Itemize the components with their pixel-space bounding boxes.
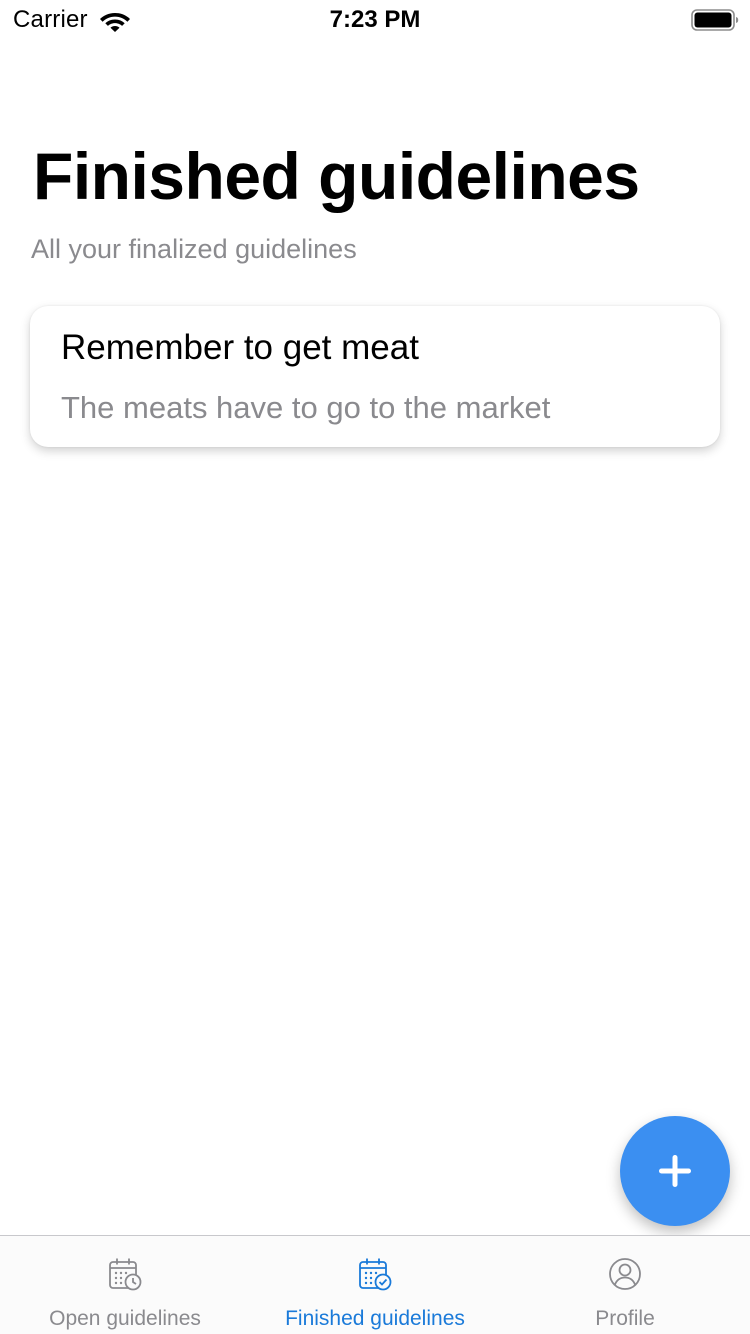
tab-profile[interactable]: Profile (500, 1236, 750, 1334)
tab-label: Finished guidelines (285, 1307, 465, 1330)
status-time: 7:23 PM (329, 6, 421, 33)
battery-icon (691, 9, 739, 31)
guideline-card[interactable]: Remember to get meat The meats have to g… (30, 306, 720, 447)
status-bar: Carrier 7:23 PM (0, 0, 750, 40)
tab-label: Profile (595, 1307, 655, 1330)
tab-finished-guidelines[interactable]: Finished guidelines (250, 1236, 500, 1334)
tab-open-guidelines[interactable]: Open guidelines (0, 1236, 250, 1334)
calendar-clock-icon (109, 1258, 142, 1291)
guideline-description: The meats have to go to the market (61, 390, 551, 425)
tab-label: Open guidelines (49, 1307, 201, 1330)
add-guideline-button[interactable] (620, 1116, 730, 1226)
plus-icon (659, 1155, 691, 1187)
page-subtitle: All your finalized guidelines (31, 234, 357, 264)
page-title: Finished guidelines (33, 139, 640, 213)
user-circle-icon (609, 1258, 641, 1290)
tab-bar: Open guidelines Finished guidelines Prof… (0, 1235, 750, 1334)
calendar-check-icon (359, 1258, 392, 1291)
guideline-title: Remember to get meat (61, 328, 419, 367)
